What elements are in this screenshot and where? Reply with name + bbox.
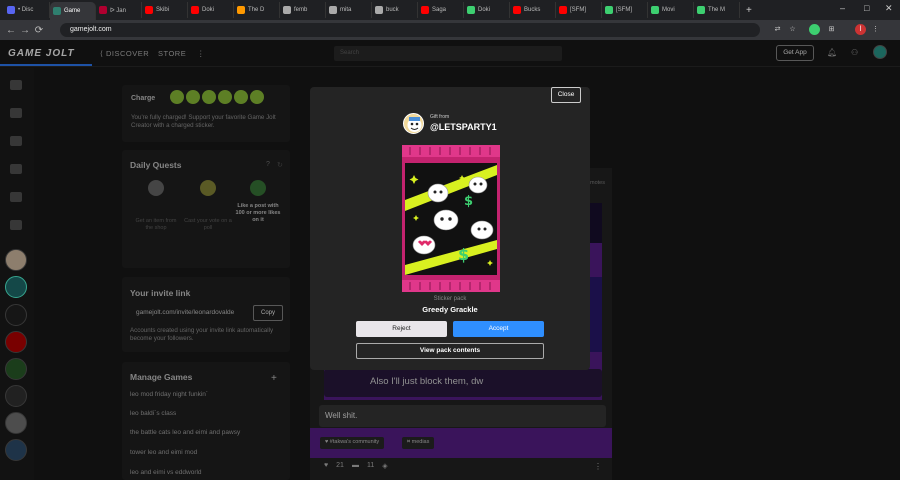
forward-icon[interactable]: →: [18, 25, 32, 36]
tab-label: mita: [340, 7, 352, 13]
browser-tab[interactable]: ᐅ Jan: [96, 2, 142, 18]
close-button[interactable]: Close: [551, 87, 581, 103]
tab-favicon-icon: [145, 6, 153, 14]
browser-toolbar: ← → ⟳ gamejolt.com ⇄ ☆ ⊞ l ⋮: [0, 20, 900, 40]
tab-label: Movi: [662, 7, 675, 13]
pack-name: Greedy Grackle: [422, 305, 478, 314]
address-bar[interactable]: gamejolt.com: [60, 23, 760, 37]
browser-tab[interactable]: The D: [234, 2, 280, 18]
browser-tab[interactable]: mita: [326, 2, 372, 18]
view-pack-contents-button[interactable]: View pack contents: [356, 343, 544, 359]
gifter-username[interactable]: @LETSPARTY1: [430, 122, 497, 132]
gift-modal: Close Gift from @LETSPARTY1 $ $ Sticker …: [310, 87, 590, 370]
gift-from-label: Gift from: [430, 114, 450, 120]
browser-tab[interactable]: Doki: [464, 2, 510, 18]
tab-label: [SFM]: [570, 7, 586, 13]
tab-favicon-icon: [605, 6, 613, 14]
browser-menu-icon[interactable]: ⋮: [870, 24, 881, 35]
pack-type-label: Sticker pack: [433, 296, 467, 302]
browser-tab[interactable]: Saga: [418, 2, 464, 18]
tab-label: ᐅ Jan: [110, 7, 126, 14]
gifter-avatar: [403, 113, 424, 134]
browser-tab[interactable]: Movi: [648, 2, 694, 18]
browser-tab[interactable]: [SFM]: [602, 2, 648, 18]
extensions-puzzle-icon[interactable]: ⊞: [826, 24, 837, 35]
tab-label: The M: [708, 7, 726, 13]
browser-tab[interactable]: buck: [372, 2, 418, 18]
maximize-icon[interactable]: □: [864, 3, 869, 13]
back-icon[interactable]: ←: [4, 25, 18, 36]
browser-tab[interactable]: • Disc: [4, 2, 50, 18]
tab-favicon-icon: [697, 6, 705, 14]
browser-tab[interactable]: [SFM]: [556, 2, 602, 18]
tab-label: buck: [386, 7, 399, 13]
browser-tab-bar: • Disc Game ᐅ Jan Skibi Doki The D femb mita buc…: [0, 0, 900, 20]
bookmark-star-icon[interactable]: ☆: [787, 24, 798, 35]
tab-favicon-icon: [467, 6, 475, 14]
tab-favicon-icon: [513, 6, 521, 14]
tab-favicon-icon: [191, 6, 199, 14]
url-text: gamejolt.com: [70, 26, 112, 33]
tab-label: Doki: [478, 7, 491, 13]
tab-favicon-icon: [283, 6, 291, 14]
tab-label: Saga: [432, 7, 447, 13]
profile-avatar-icon[interactable]: l: [855, 24, 866, 35]
tab-label: The D: [248, 7, 265, 13]
minimize-icon[interactable]: –: [840, 3, 845, 13]
tab-label: • Disc: [18, 7, 34, 13]
reload-icon[interactable]: ⟳: [32, 25, 46, 36]
tab-label: [SFM]: [616, 7, 632, 13]
sticker-pack-image: $ $: [402, 145, 500, 292]
tab-favicon-icon: [99, 6, 107, 14]
tab-favicon-icon: [329, 6, 337, 14]
tab-favicon-icon: [559, 6, 567, 14]
tab-label: Doki: [202, 7, 215, 13]
tab-label: femb: [294, 7, 308, 13]
tab-label: Skibi: [156, 7, 170, 13]
reject-button[interactable]: Reject: [356, 321, 447, 337]
translate-icon[interactable]: ⇄: [772, 24, 783, 35]
new-tab-button[interactable]: +: [746, 5, 752, 16]
browser-tab[interactable]: Game: [50, 2, 96, 20]
browser-tab[interactable]: The M: [694, 2, 740, 18]
browser-tab[interactable]: femb: [280, 2, 326, 18]
close-window-icon[interactable]: ✕: [885, 3, 893, 14]
svg-text:$: $: [464, 194, 473, 209]
tab-favicon-icon: [421, 6, 429, 14]
browser-tab[interactable]: Skibi: [142, 2, 188, 18]
svg-text:$: $: [458, 245, 469, 264]
extension-icon[interactable]: [809, 24, 820, 35]
browser-tab[interactable]: Bucks: [510, 2, 556, 18]
tab-label: Bucks: [524, 7, 541, 13]
tab-label: Game: [64, 8, 81, 14]
tab-favicon-icon: [651, 6, 659, 14]
tab-favicon-icon: [375, 6, 383, 14]
accept-button[interactable]: Accept: [453, 321, 544, 337]
browser-tab[interactable]: Doki: [188, 2, 234, 18]
tab-favicon-icon: [237, 6, 245, 14]
tab-favicon-icon: [7, 6, 15, 14]
tab-favicon-icon: [53, 7, 61, 15]
